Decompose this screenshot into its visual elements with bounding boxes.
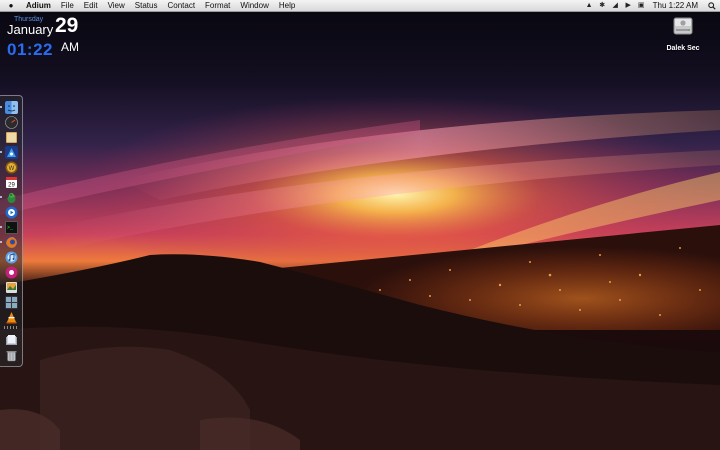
vlc-icon[interactable] [5,311,18,324]
widget-ampm: AM [61,40,79,54]
menu-app-name[interactable]: Adium [21,0,56,11]
hard-drive-icon[interactable] [672,15,694,37]
bluetooth-icon[interactable]: ✱ [596,0,609,11]
menu-bar: ● Adium File Edit View Status Contact Fo… [0,0,720,12]
menu-status[interactable]: Status [130,0,163,11]
spaces-icon[interactable] [5,296,18,309]
finder-icon[interactable] [5,101,18,114]
desktop-drive[interactable]: Dalek Sec [661,15,705,52]
wifi-icon[interactable]: ◢ [609,0,622,11]
svg-text:W: W [9,166,15,172]
trash-icon[interactable] [5,349,18,362]
menu-window[interactable]: Window [235,0,273,11]
menu-contact[interactable]: Contact [162,0,200,11]
menu-help[interactable]: Help [274,0,300,11]
firefox-icon[interactable] [5,236,18,249]
ical-icon[interactable]: 29 [5,176,18,189]
photo-booth-icon[interactable] [5,266,18,279]
adium-duck-icon[interactable]: ▲ [583,0,596,11]
spotlight-search-icon[interactable] [704,0,720,11]
desktop-wallpaper [0,0,720,450]
menu-edit[interactable]: Edit [79,0,103,11]
widget-time: 01:22 [7,40,53,59]
running-indicator [0,226,2,228]
display-icon[interactable]: ▣ [635,0,648,11]
running-indicator [0,241,2,243]
svg-text:>_: >_ [7,225,14,231]
terminal-icon[interactable]: >_ [5,221,18,234]
world-of-warcraft-icon[interactable]: W [5,161,18,174]
quicktime-icon[interactable] [5,206,18,219]
menu-format[interactable]: Format [200,0,235,11]
menu-view[interactable]: View [103,0,130,11]
dock-separator [4,326,19,329]
running-indicator [0,151,2,153]
running-indicator [0,106,2,108]
iphoto-icon[interactable] [5,281,18,294]
address-book-icon[interactable] [5,131,18,144]
svg-text:29: 29 [8,183,15,189]
dock: W 29 >_ [0,95,23,367]
adium-icon[interactable] [5,146,18,159]
itunes-icon[interactable] [5,251,18,264]
running-indicator [0,196,2,198]
downloads-stack-icon[interactable] [5,334,18,347]
widget-date: 29 [55,14,79,37]
menu-clock[interactable]: Thu 1:22 AM [648,0,704,11]
drive-label: Dalek Sec [666,45,700,52]
widget-month: January [7,22,54,37]
volume-icon[interactable]: ▶ [622,0,635,11]
apple-logo-icon[interactable]: ● [7,1,15,10]
dashboard-icon[interactable] [5,116,18,129]
menu-file[interactable]: File [56,0,79,11]
menu-extras: ▲ ✱ ◢ ▶ ▣ Thu 1:22 AM [583,0,720,11]
adium-duck-icon[interactable] [5,191,18,204]
